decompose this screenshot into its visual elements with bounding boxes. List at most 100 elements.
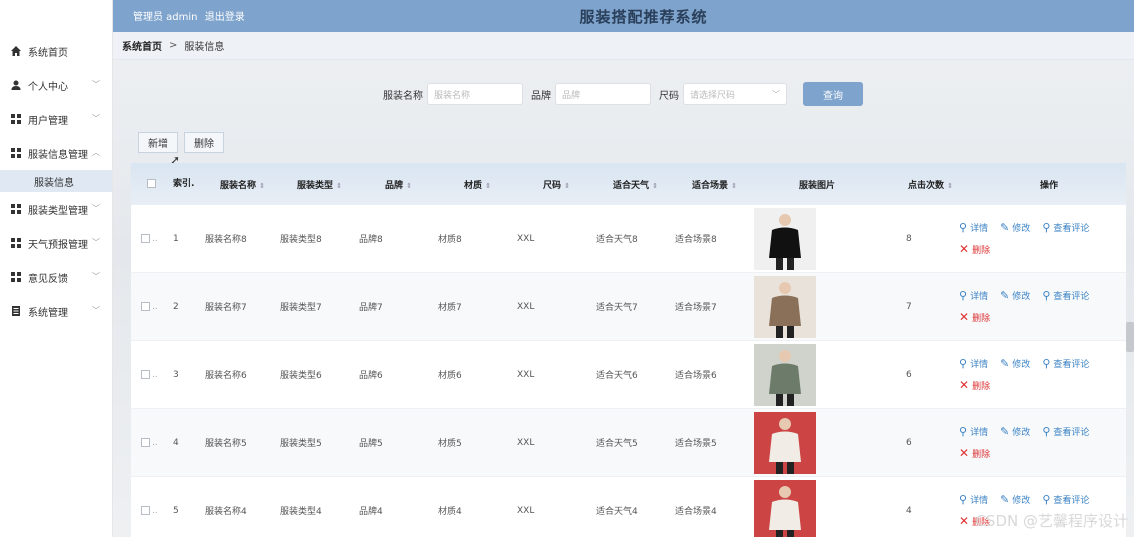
edit-button[interactable]: ✎ 修改	[1000, 425, 1030, 438]
clothing-thumbnail	[754, 479, 816, 537]
main-content: 服装名称 服装名称 品牌 品牌 尺码 请选择尺码 ﹀ 查询 新增 删除 ➚ 索引…	[113, 60, 1134, 537]
sidebar: 系统首页 个人中心 ﹀ 用户管理 ﹀ 服装信息管理 ︿ 服装信息 服装类型管理 …	[0, 0, 113, 537]
edit-button[interactable]: ✎ 修改	[1000, 357, 1030, 370]
edit-button[interactable]: ✎ 修改	[1000, 493, 1030, 506]
brand-search-input[interactable]: 品牌	[555, 83, 651, 105]
user-icon	[10, 79, 22, 91]
edit-button[interactable]: ✎ 修改	[1000, 221, 1030, 234]
row-image	[754, 479, 880, 537]
chevron-down-icon: ﹀	[92, 306, 100, 315]
header-brand[interactable]: 品牌 ⇕	[359, 178, 438, 191]
sidebar-item-label: 系统管理	[28, 307, 68, 319]
row-actions: ⚲ 详情 ✎ 修改 ⚲ 查看评论 ✕ 删除	[959, 357, 1134, 392]
size-select[interactable]: 请选择尺码 ﹀	[683, 83, 787, 105]
row-size: XXL	[517, 233, 535, 244]
close-icon: ✕	[959, 378, 970, 392]
header-clicks[interactable]: 点击次数 ⇕	[880, 178, 959, 191]
detail-button[interactable]: ⚲ 详情	[959, 357, 988, 370]
row-index: 4	[173, 437, 179, 448]
sidebar-item-system[interactable]: 系统管理 ﹀	[0, 294, 112, 328]
header-size[interactable]: 尺码 ⇕	[517, 178, 596, 191]
header-weather[interactable]: 适合天气 ⇕	[596, 178, 675, 191]
row-size: XXL	[517, 437, 535, 448]
sort-icon: ⇕	[731, 181, 737, 190]
delete-row-button[interactable]: ✕ 删除	[959, 378, 990, 392]
delete-row-button[interactable]: ✕ 删除	[959, 446, 990, 460]
row-material: 材质7	[438, 303, 462, 313]
app-title: 服装搭配推荐系统	[579, 8, 708, 26]
detail-button[interactable]: ⚲ 详情	[959, 425, 988, 438]
search-bar: 服装名称 服装名称 品牌 品牌 尺码 请选择尺码 ﹀ 查询	[383, 82, 863, 106]
clothing-thumbnail	[754, 275, 816, 338]
query-button[interactable]: 查询	[803, 82, 863, 106]
view-comments-button[interactable]: ⚲ 查看评论	[1042, 221, 1089, 234]
clothing-thumbnail	[754, 343, 816, 406]
row-image	[754, 411, 880, 474]
row-checkbox[interactable]: ..	[131, 505, 161, 516]
grid-icon	[10, 203, 22, 215]
header-scene[interactable]: 适合场景 ⇕	[675, 178, 754, 191]
sidebar-subitem-clothing-info[interactable]: 服装信息	[0, 170, 112, 192]
sidebar-item-clothing[interactable]: 服装信息管理 ︿	[0, 136, 112, 170]
clothing-thumbnail	[754, 207, 816, 270]
sidebar-item-feedback[interactable]: 意见反馈 ﹀	[0, 260, 112, 294]
row-checkbox[interactable]: ..	[131, 369, 161, 380]
delete-row-button[interactable]: ✕ 删除	[959, 310, 990, 324]
row-clicks: 7	[906, 301, 912, 312]
row-checkbox[interactable]: ..	[131, 301, 161, 312]
row-size: XXL	[517, 301, 535, 312]
row-type: 服装类型7	[280, 303, 322, 313]
table-row: .. 2 服装名称7 服装类型7 品牌7 材质7 XXL 适合天气7 适合场景7 7 ⚲ 详情 ✎ 修改 ⚲…	[131, 273, 1126, 341]
select-all-checkbox[interactable]	[131, 179, 161, 189]
row-scene: 适合场景6	[675, 371, 717, 381]
sort-icon: ⇕	[336, 181, 342, 190]
row-image	[754, 343, 880, 406]
sidebar-item-weather[interactable]: 天气预报管理 ﹀	[0, 226, 112, 260]
name-search-input[interactable]: 服装名称	[427, 83, 523, 105]
sidebar-item-users[interactable]: 用户管理 ﹀	[0, 102, 112, 136]
size-search-label: 尺码	[659, 90, 679, 102]
sidebar-item-clothing-types[interactable]: 服装类型管理 ﹀	[0, 192, 112, 226]
clothing-table: 索引. 服装名称 ⇕ 服装类型 ⇕ 品牌 ⇕ 材质 ⇕ 尺码 ⇕ 适合天气 ⇕ 适合场景 ⇕ …	[131, 163, 1126, 537]
delete-row-button[interactable]: ✕ 删除	[959, 242, 990, 256]
name-search-placeholder: 服装名称	[434, 90, 471, 101]
row-scene: 适合场景7	[675, 303, 717, 313]
delete-button[interactable]: 删除	[184, 132, 224, 153]
grid-icon	[10, 271, 22, 283]
search-icon: ⚲	[959, 289, 968, 302]
search-icon: ⚲	[1042, 493, 1051, 506]
row-checkbox[interactable]: ..	[131, 233, 161, 244]
view-comments-button[interactable]: ⚲ 查看评论	[1042, 357, 1089, 370]
row-brand: 品牌4	[359, 507, 383, 517]
row-weather: 适合天气6	[596, 371, 638, 381]
view-comments-button[interactable]: ⚲ 查看评论	[1042, 493, 1089, 506]
header-material[interactable]: 材质 ⇕	[438, 178, 517, 191]
size-select-placeholder: 请选择尺码	[690, 90, 736, 101]
edit-button[interactable]: ✎ 修改	[1000, 289, 1030, 302]
chevron-down-icon: ﹀	[92, 238, 100, 247]
header-type[interactable]: 服装类型 ⇕	[280, 178, 359, 191]
view-comments-button[interactable]: ⚲ 查看评论	[1042, 425, 1089, 438]
header-name[interactable]: 服装名称 ⇕	[201, 178, 280, 191]
watermark: CSDN @艺馨程序设计	[975, 512, 1128, 530]
search-icon: ⚲	[1042, 289, 1051, 302]
row-clicks: 8	[906, 233, 912, 244]
row-material: 材质6	[438, 371, 462, 381]
detail-button[interactable]: ⚲ 详情	[959, 221, 988, 234]
vertical-scrollbar[interactable]	[1126, 322, 1134, 352]
top-header: 管理员 admin 退出登录 服装搭配推荐系统	[113, 0, 1134, 32]
row-checkbox[interactable]: ..	[131, 437, 161, 448]
row-size: XXL	[517, 369, 535, 380]
breadcrumb-home[interactable]: 系统首页	[122, 38, 162, 53]
view-comments-button[interactable]: ⚲ 查看评论	[1042, 289, 1089, 302]
search-icon: ⚲	[1042, 425, 1051, 438]
sort-icon: ⇕	[947, 181, 953, 190]
sidebar-item-home[interactable]: 系统首页	[0, 34, 112, 68]
detail-button[interactable]: ⚲ 详情	[959, 493, 988, 506]
sidebar-subitem-label: 服装信息	[34, 177, 74, 189]
grid-icon	[10, 237, 22, 249]
detail-button[interactable]: ⚲ 详情	[959, 289, 988, 302]
sidebar-item-profile[interactable]: 个人中心 ﹀	[0, 68, 112, 102]
add-button[interactable]: 新增	[138, 132, 178, 153]
row-weather: 适合天气7	[596, 303, 638, 313]
